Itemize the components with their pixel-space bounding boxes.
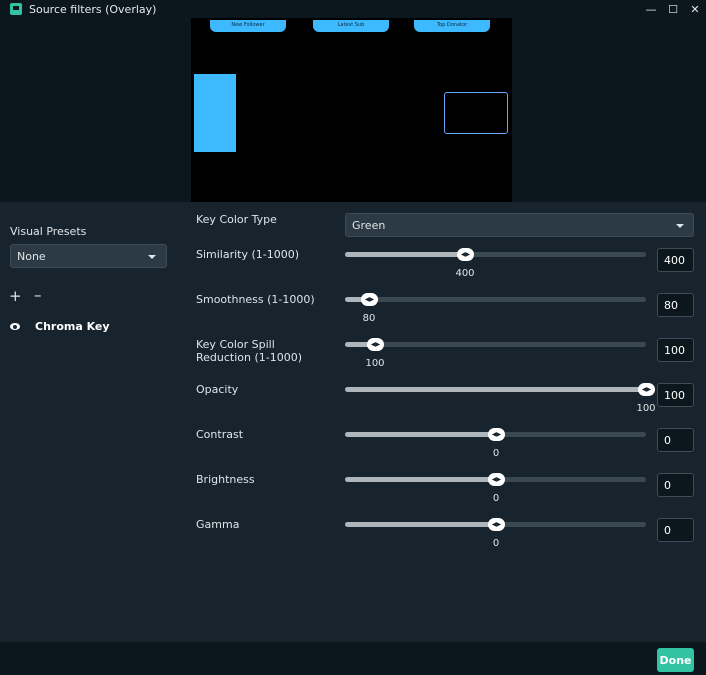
gamma-value-label: 0 <box>492 538 500 549</box>
preview-widget-tab: New Follower <box>210 20 286 32</box>
maximize-icon[interactable]: ☐ <box>662 0 684 18</box>
visual-presets-label: Visual Presets <box>10 225 87 238</box>
slider-handle[interactable]: ◀▶ <box>488 428 505 441</box>
brightness-input[interactable]: 0 <box>657 473 694 497</box>
key-color-type-select[interactable]: Green <box>345 213 694 237</box>
preview-blue-block <box>194 74 236 152</box>
gamma-label: Gamma <box>196 518 240 531</box>
key-color-type-label: Key Color Type <box>196 213 277 226</box>
smoothness-input[interactable]: 80 <box>657 293 694 317</box>
slider-handle[interactable]: ◀▶ <box>488 518 505 531</box>
smoothness-slider[interactable]: ◀▶ <box>345 293 646 306</box>
similarity-input[interactable]: 400 <box>657 248 694 272</box>
preview-widget-tab: Latest Sub <box>313 20 389 32</box>
similarity-value-label: 400 <box>455 268 475 279</box>
key-color-type-value: Green <box>352 218 386 232</box>
chevron-down-icon <box>148 255 156 259</box>
spill-reduction-input[interactable]: 100 <box>657 338 694 362</box>
gamma-input[interactable]: 0 <box>657 518 694 542</box>
title-bar: Source filters (Overlay) — ☐ ✕ <box>0 0 706 18</box>
gamma-slider[interactable]: ◀▶ <box>345 518 646 531</box>
brightness-slider[interactable]: ◀▶ <box>345 473 646 486</box>
minimize-icon[interactable]: — <box>640 0 662 18</box>
smoothness-label: Smoothness (1-1000) <box>196 293 315 306</box>
slider-fill <box>345 432 496 437</box>
similarity-label: Similarity (1-1000) <box>196 248 300 261</box>
slider-handle[interactable]: ◀▶ <box>488 473 505 486</box>
slider-handle[interactable]: ◀▶ <box>457 248 474 261</box>
eye-icon[interactable] <box>10 323 20 330</box>
contrast-label: Contrast <box>196 428 244 441</box>
contrast-slider[interactable]: ◀▶ <box>345 428 646 441</box>
done-button[interactable]: Done <box>657 648 694 672</box>
opacity-label: Opacity <box>196 383 239 396</box>
visual-presets-select[interactable]: None <box>10 244 167 268</box>
smoothness-value-label: 80 <box>362 313 376 324</box>
brightness-label: Brightness <box>196 473 255 486</box>
spill-reduction-label: Key Color Spill Reduction (1-1000) <box>196 338 303 364</box>
slider-fill <box>345 522 496 527</box>
preset-value: None <box>17 249 46 263</box>
brightness-value-label: 0 <box>492 493 500 504</box>
app-logo-icon <box>10 3 22 15</box>
slider-handle[interactable]: ◀▶ <box>367 338 384 351</box>
preview-area: New Follower Latest Sub Top Donator <box>0 18 706 202</box>
spill-reduction-slider[interactable]: ◀▶ <box>345 338 646 351</box>
opacity-slider[interactable]: ◀▶ <box>345 383 655 396</box>
slider-handle[interactable]: ◀▶ <box>638 383 655 396</box>
source-preview: New Follower Latest Sub Top Donator <box>191 18 512 202</box>
filters-sidebar: Visual Presets None + – Chroma Key <box>0 202 186 642</box>
close-icon[interactable]: ✕ <box>684 0 706 18</box>
dialog-footer: Done <box>0 642 706 675</box>
contrast-value-label: 0 <box>492 448 500 459</box>
similarity-slider[interactable]: ◀▶ <box>345 248 646 261</box>
chevron-down-icon <box>676 224 684 228</box>
filter-name: Chroma Key <box>35 320 110 333</box>
slider-fill <box>345 252 465 257</box>
remove-filter-button[interactable]: – <box>34 286 42 304</box>
opacity-input[interactable]: 100 <box>657 383 694 407</box>
slider-fill <box>345 477 496 482</box>
contrast-input[interactable]: 0 <box>657 428 694 452</box>
slider-fill <box>345 387 646 392</box>
filter-list-item[interactable]: Chroma Key <box>10 320 110 333</box>
add-filter-button[interactable]: + <box>9 287 22 305</box>
slider-handle[interactable]: ◀▶ <box>361 293 378 306</box>
preview-widget-tab: Top Donator <box>414 20 490 32</box>
preview-outline-box <box>444 92 508 134</box>
spill-reduction-value-label: 100 <box>365 358 385 369</box>
window-title: Source filters (Overlay) <box>29 2 157 16</box>
